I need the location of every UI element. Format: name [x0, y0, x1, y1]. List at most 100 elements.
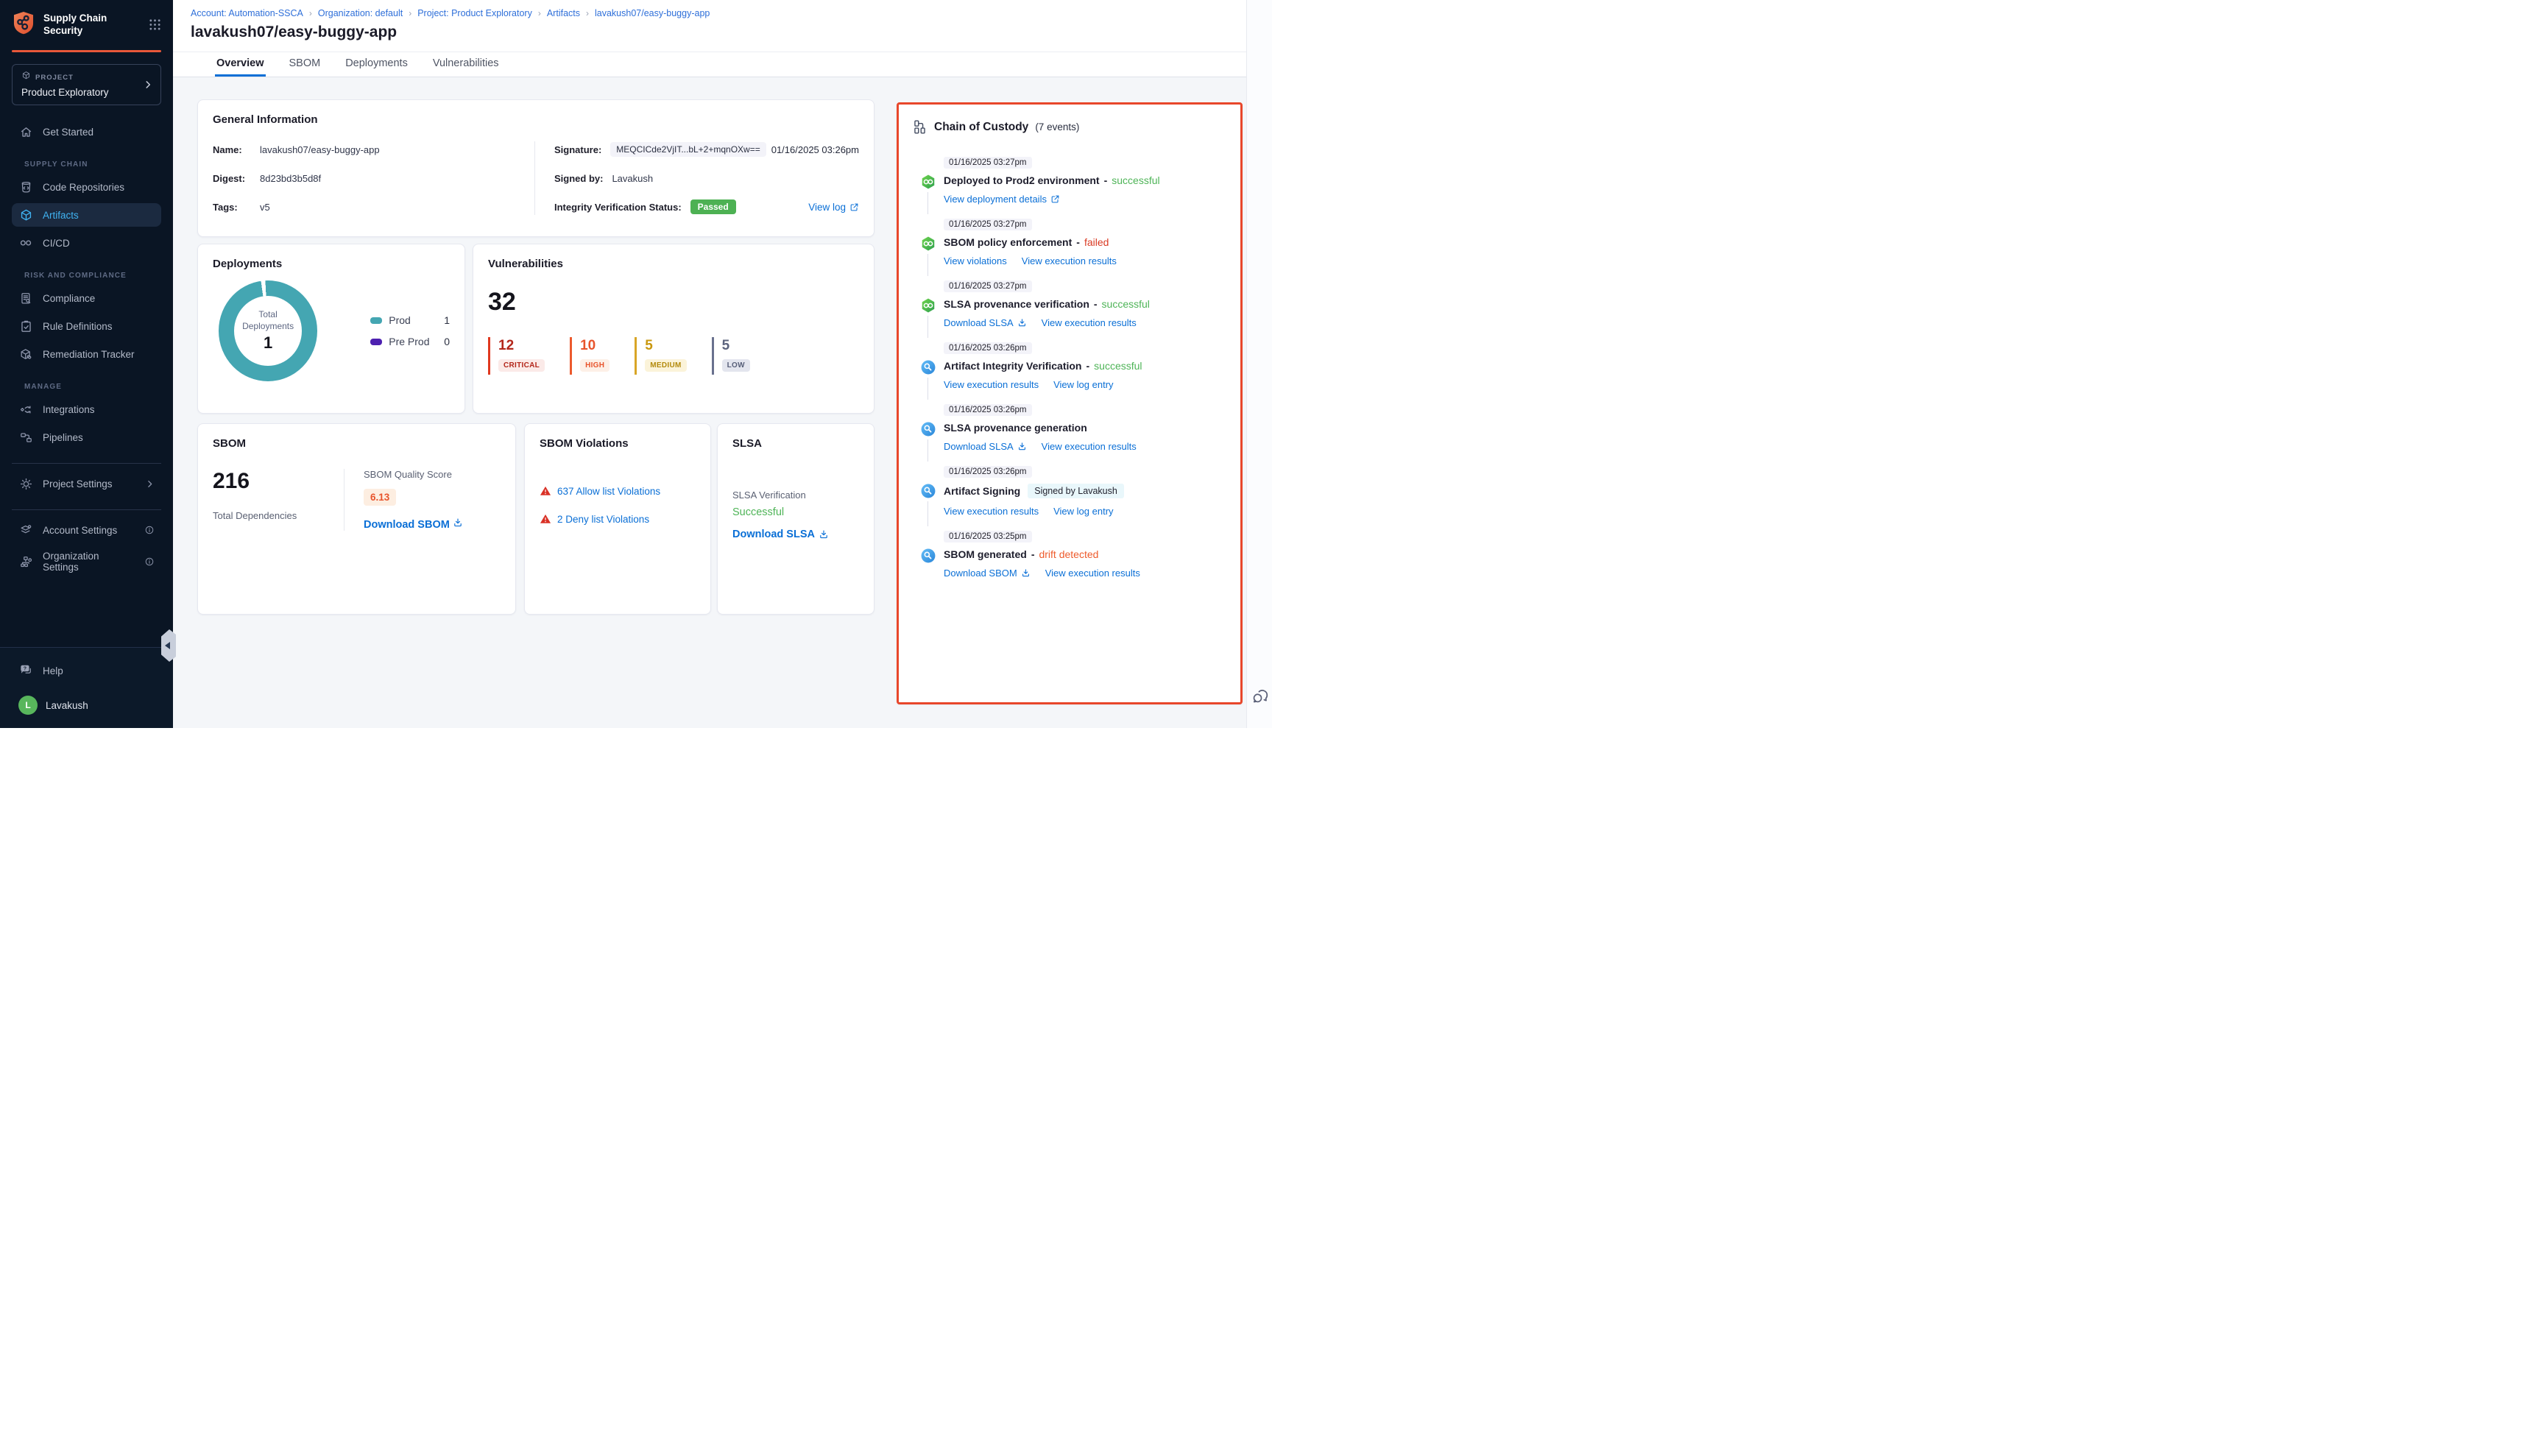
sidebar-nav: Get Started SUPPLY CHAIN Code Repositori… [0, 105, 173, 647]
event-title: SBOM policy enforcement [944, 236, 1072, 248]
view-execution-results-link[interactable]: View execution results [1042, 317, 1137, 328]
sidebar-item-cicd[interactable]: CI/CD [12, 231, 161, 255]
sidebar-item-get-started[interactable]: Get Started [12, 120, 161, 144]
project-selector[interactable]: PROJECT Product Exploratory [12, 64, 161, 105]
sbom-total-dependencies: 216 [213, 469, 344, 494]
sbom-violations-card: SBOM Violations 637 Allow list Violation… [524, 423, 711, 615]
deployments-legend: Prod 1 Pre Prod 0 [370, 305, 450, 357]
download-icon [819, 529, 829, 540]
view-execution-results-link[interactable]: View execution results [944, 506, 1039, 517]
link-label: Download SLSA [944, 441, 1014, 452]
severity-critical: 12 CRITICAL [488, 337, 545, 375]
external-link-icon [849, 202, 859, 212]
breadcrumb-project[interactable]: Project: Product Exploratory [417, 8, 532, 18]
legend-item-prod: Prod 1 [370, 314, 450, 326]
signature-value: MEQCICde2VjIT...bL+2+mqnOXw== [610, 142, 766, 157]
event-timestamp: 01/16/2025 03:27pm [944, 157, 1032, 169]
low-count: 5 [722, 338, 750, 354]
breadcrumb-organization[interactable]: Organization: default [318, 8, 403, 18]
tab-sbom[interactable]: SBOM [288, 52, 322, 77]
preprod-swatch [370, 339, 382, 345]
breadcrumb-artifacts[interactable]: Artifacts [547, 8, 580, 18]
view-execution-results-link[interactable]: View execution results [1045, 568, 1140, 579]
download-slsa-link[interactable]: Download SLSA [944, 441, 1027, 452]
integrity-label: Integrity Verification Status: [554, 202, 682, 213]
event-title: SLSA provenance generation [944, 422, 1087, 434]
download-sbom-link[interactable]: Download SBOM [364, 517, 501, 531]
view-log-entry-link[interactable]: View log entry [1053, 506, 1113, 517]
event-title: Artifact Signing [944, 485, 1020, 497]
section-manage: MANAGE [24, 383, 161, 391]
view-log-entry-link[interactable]: View log entry [1053, 379, 1113, 390]
sidebar-item-account-settings[interactable]: Account Settings [12, 518, 161, 542]
chain-of-custody-panel: Chain of Custody (7 events) 01/16/2025 0… [897, 102, 1243, 704]
download-slsa-link[interactable]: Download SLSA [944, 317, 1027, 328]
page-title: lavakush07/easy-buggy-app [191, 24, 1229, 41]
sbom-total-label: Total Dependencies [213, 510, 344, 521]
sbom-quality-label: SBOM Quality Score [364, 469, 501, 480]
sidebar-item-rule-definitions[interactable]: Rule Definitions [12, 314, 161, 338]
general-information-card: General Information Name:lavakush07/easy… [197, 99, 875, 237]
allow-list-violations-link[interactable]: 637 Allow list Violations [557, 486, 660, 497]
view-violations-link[interactable]: View violations [944, 255, 1007, 266]
download-slsa-link[interactable]: Download SLSA [732, 529, 829, 540]
breadcrumb-account[interactable]: Account: Automation-SSCA [191, 8, 303, 18]
signed-by-badge: Signed by Lavakush [1028, 484, 1124, 498]
legend-value: 1 [444, 314, 450, 326]
event-sbom-policy-enforcement: 01/16/2025 03:27pm SBOM policy enforceme… [920, 217, 1227, 266]
sidebar-item-compliance[interactable]: Compliance [12, 286, 161, 310]
info-icon[interactable] [144, 556, 155, 567]
artifact-digest: 8d23bd3b5d8f [260, 173, 321, 184]
app-title: Supply Chain Security [43, 13, 117, 38]
sidebar-item-pipelines[interactable]: Pipelines [12, 425, 161, 449]
page-header: Account: Automation-SSCA › Organization:… [173, 0, 1246, 52]
sidebar-item-label: Pipelines [43, 432, 83, 443]
sidebar-item-organization-settings[interactable]: Organization Settings [12, 546, 161, 577]
tab-deployments[interactable]: Deployments [344, 52, 409, 77]
signature-date: 01/16/2025 03:26pm [771, 144, 859, 155]
medium-count: 5 [645, 338, 686, 354]
link-label: View deployment details [944, 194, 1047, 205]
info-icon[interactable] [144, 525, 155, 535]
view-execution-results-link[interactable]: View execution results [1022, 255, 1117, 266]
home-icon [18, 124, 33, 139]
user-name: Lavakush [46, 700, 88, 711]
infinity-icon [18, 236, 33, 250]
link-label: View execution results [1042, 441, 1137, 452]
sidebar-item-code-repositories[interactable]: Code Repositories [12, 175, 161, 199]
event-artifact-integrity-verification: 01/16/2025 03:26pm Artifact Integrity Ve… [920, 341, 1227, 390]
help-button[interactable]: ? Help [12, 660, 161, 682]
view-execution-results-link[interactable]: View execution results [944, 379, 1039, 390]
user-menu[interactable]: L Lavakush [12, 693, 161, 718]
tab-bar: Overview SBOM Deployments Vulnerabilitie… [173, 52, 1246, 77]
digest-label: Digest: [213, 173, 251, 184]
chat-support-button[interactable] [1251, 687, 1270, 706]
content-area: General Information Name:lavakush07/easy… [173, 77, 1246, 728]
tab-overview[interactable]: Overview [215, 52, 266, 77]
module-grid-icon[interactable] [146, 17, 163, 33]
clipboard-check-icon [18, 319, 33, 333]
signed-by-label: Signed by: [554, 173, 603, 184]
deny-list-violations-link[interactable]: 2 Deny list Violations [557, 514, 649, 525]
link-label: View violations [944, 255, 1007, 266]
sidebar-item-integrations[interactable]: Integrations [12, 397, 161, 421]
link-label: View execution results [1022, 255, 1117, 266]
event-title: SBOM generated [944, 548, 1027, 560]
chain-of-custody-icon [912, 119, 928, 135]
breadcrumb-current[interactable]: lavakush07/easy-buggy-app [595, 8, 710, 18]
event-timestamp: 01/16/2025 03:27pm [944, 280, 1032, 292]
event-title: Deployed to Prod2 environment [944, 174, 1100, 186]
sidebar-item-project-settings[interactable]: Project Settings [12, 472, 161, 495]
view-log-link[interactable]: View log [808, 202, 859, 213]
sidebar-item-artifacts[interactable]: Artifacts [12, 203, 161, 227]
link-label: View execution results [1042, 317, 1137, 328]
view-deployment-details-link[interactable]: View deployment details [944, 194, 1060, 205]
sidebar-item-label: Rule Definitions [43, 321, 113, 332]
sidebar-item-remediation-tracker[interactable]: Remediation Tracker [12, 342, 161, 366]
view-execution-results-link[interactable]: View execution results [1042, 441, 1137, 452]
tab-vulnerabilities[interactable]: Vulnerabilities [431, 52, 501, 77]
logo-row: Supply Chain Security [0, 0, 173, 49]
sidebar-item-label: Integrations [43, 404, 95, 415]
event-timestamp: 01/16/2025 03:26pm [944, 466, 1032, 478]
download-sbom-link[interactable]: Download SBOM [944, 568, 1031, 579]
